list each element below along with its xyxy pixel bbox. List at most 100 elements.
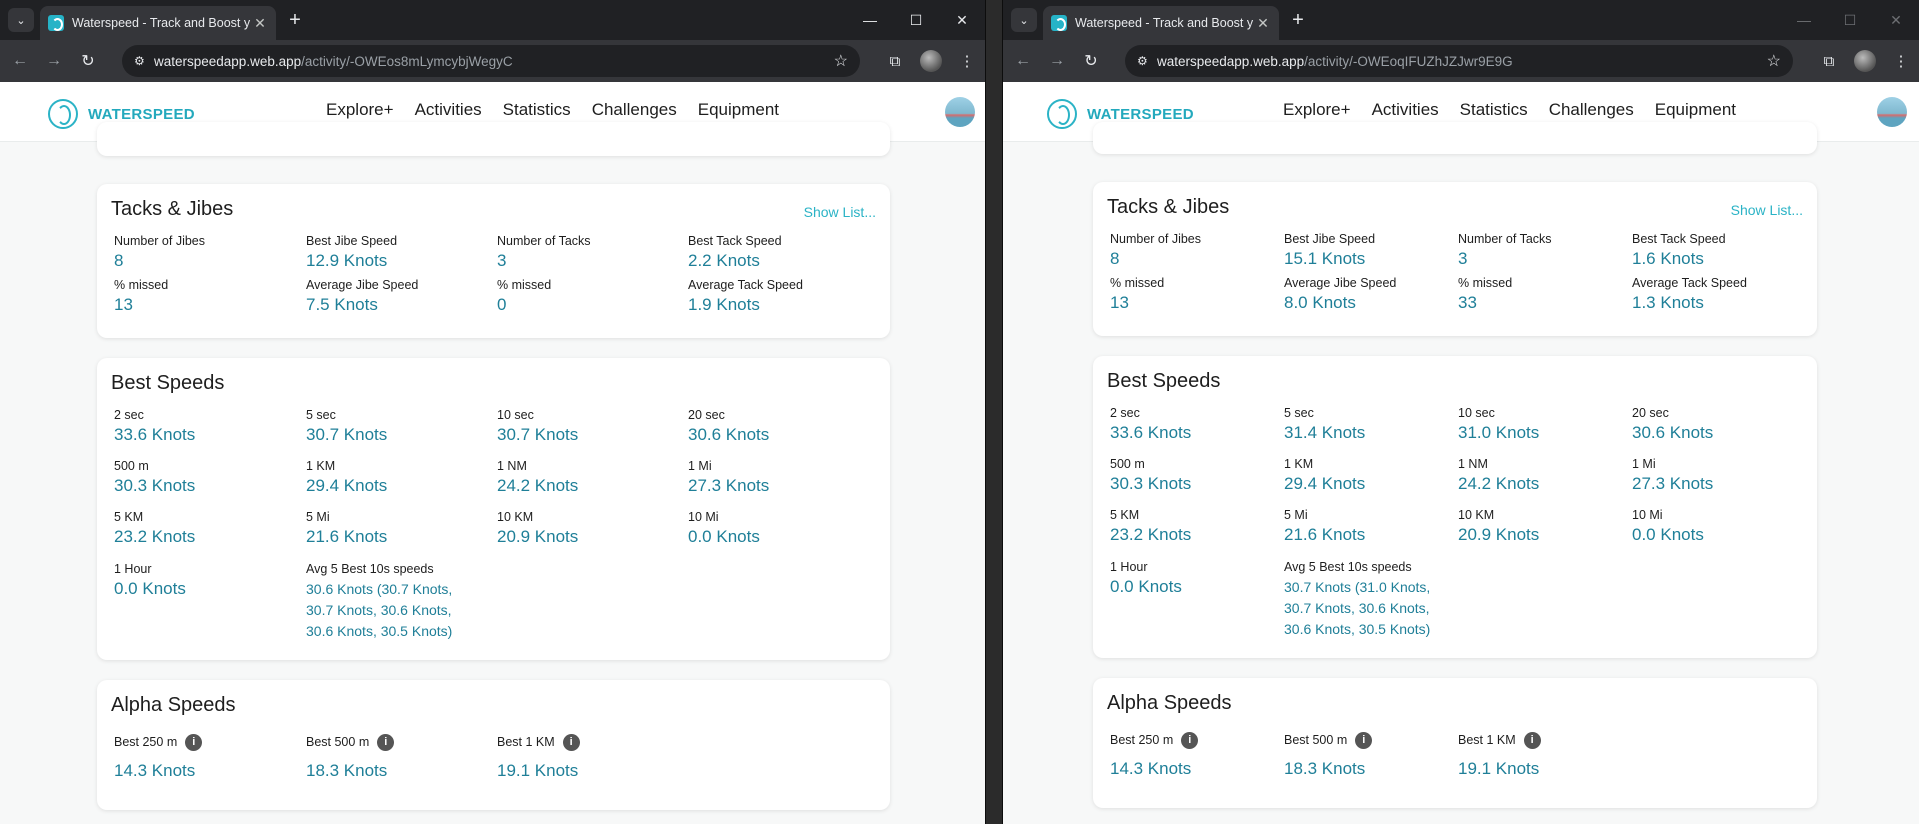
- stat-1-nm: 1 NM 24.2 Knots: [1458, 457, 1539, 494]
- profile-avatar[interactable]: [920, 50, 942, 72]
- card-title: Best Speeds: [1107, 370, 1221, 392]
- close-window-icon[interactable]: ✕: [939, 0, 985, 40]
- stat-avg-5-best-10s: Avg 5 Best 10s speeds 30.7 Knots (31.0 Kn…: [1284, 560, 1454, 640]
- maximize-icon[interactable]: ☐: [1827, 0, 1873, 40]
- tab-waterspeed[interactable]: Waterspeed - Track and Boost y ✕: [1043, 6, 1279, 40]
- arrow-left-icon[interactable]: ←: [1009, 47, 1037, 75]
- window-controls: — ☐ ✕: [847, 0, 985, 40]
- stat-value: 20.9 Knots: [497, 527, 579, 546]
- stat-value: 27.3 Knots: [1632, 474, 1714, 493]
- nav-equipment[interactable]: Equipment: [1655, 100, 1736, 120]
- alpha-speeds-card: Alpha Speeds Best 250 m i 14.3 Knots Best …: [1093, 678, 1817, 808]
- activity-content: Tacks & Jibes Show List... Number of Jib…: [1003, 122, 1919, 824]
- nav-statistics[interactable]: Statistics: [503, 100, 571, 120]
- kebab-menu-icon[interactable]: ⋮: [1883, 52, 1919, 70]
- stat-label: Best Tack Speed: [688, 234, 782, 248]
- info-icon[interactable]: i: [377, 734, 395, 751]
- tune-icon[interactable]: ⚙: [1137, 54, 1157, 68]
- nav-equipment[interactable]: Equipment: [698, 100, 779, 120]
- stat-value: 30.7 Knots: [306, 425, 388, 444]
- stat-best-500-m: Best 500 m i 18.3 Knots: [306, 734, 395, 781]
- nav-explore[interactable]: Explore+: [1283, 100, 1351, 120]
- browser-window-right: ⌄ Waterspeed - Track and Boost y ✕ + — ☐…: [1003, 0, 1919, 824]
- info-icon[interactable]: i: [1523, 732, 1541, 749]
- chevron-down-icon[interactable]: ⌄: [1011, 8, 1037, 32]
- puzzle-icon[interactable]: ⧉: [1811, 53, 1847, 70]
- close-icon[interactable]: ✕: [252, 15, 268, 32]
- info-icon[interactable]: i: [1181, 732, 1199, 749]
- nav-challenges[interactable]: Challenges: [1549, 100, 1634, 120]
- url-host: waterspeedapp.web.app: [154, 53, 302, 69]
- info-icon[interactable]: i: [185, 734, 203, 751]
- nav-activities[interactable]: Activities: [415, 100, 482, 120]
- nav-activities[interactable]: Activities: [1372, 100, 1439, 120]
- stat-20-sec: 20 sec 30.6 Knots: [688, 408, 769, 445]
- info-icon[interactable]: i: [1355, 732, 1373, 749]
- tune-icon[interactable]: ⚙: [134, 54, 154, 68]
- stat-tacks-missed: % missed 33: [1458, 276, 1512, 313]
- stat-label: Average Jibe Speed: [306, 278, 419, 292]
- show-list-link[interactable]: Show List...: [804, 204, 876, 220]
- arrow-right-icon[interactable]: →: [1043, 47, 1071, 75]
- stat-10-mi: 10 Mi 0.0 Knots: [1632, 508, 1704, 545]
- close-icon[interactable]: ✕: [1255, 15, 1271, 32]
- minimize-icon[interactable]: —: [847, 0, 893, 40]
- stat-label: 10 Mi: [1632, 508, 1663, 522]
- tab-strip: ⌄ Waterspeed - Track and Boost y ✕ + — ☐…: [0, 0, 985, 40]
- web-page: WATERSPEED Explore+ Activities Statistic…: [0, 82, 985, 824]
- minimize-icon[interactable]: —: [1781, 0, 1827, 40]
- alpha-speeds-card: Alpha Speeds Best 250 m i 14.3 Knots Best …: [97, 680, 890, 810]
- user-avatar[interactable]: [945, 97, 975, 127]
- stat-label-row: Best 1 KM i: [1458, 732, 1541, 749]
- star-icon[interactable]: ☆: [834, 51, 848, 71]
- star-icon[interactable]: ☆: [1767, 51, 1781, 71]
- stat-label: 20 sec: [688, 408, 725, 422]
- arrow-left-icon[interactable]: ←: [6, 47, 34, 75]
- stat-value: 23.2 Knots: [1110, 525, 1192, 544]
- stat-500-m: 500 m 30.3 Knots: [1110, 457, 1191, 494]
- browser-window-left: ⌄ Waterspeed - Track and Boost y ✕ + — ☐…: [0, 0, 985, 824]
- reload-icon[interactable]: ↻: [1077, 47, 1105, 75]
- window-controls: — ☐ ✕: [1781, 0, 1919, 40]
- stat-best-jibe-speed: Best Jibe Speed 12.9 Knots: [306, 234, 397, 271]
- profile-avatar[interactable]: [1854, 50, 1876, 72]
- user-avatar[interactable]: [1877, 97, 1907, 127]
- stat-label: Best Jibe Speed: [306, 234, 398, 248]
- chevron-down-icon[interactable]: ⌄: [8, 8, 34, 32]
- web-page: WATERSPEED Explore+ Activities Statistic…: [1003, 82, 1919, 824]
- stat-value: 21.6 Knots: [1284, 525, 1366, 544]
- address-bar[interactable]: ⚙ waterspeedapp.web.app/activity/-OWEoqI…: [1125, 45, 1793, 77]
- stat-label-row: Best 250 m i: [1110, 732, 1199, 749]
- plus-icon[interactable]: +: [282, 8, 308, 32]
- stat-value: 27.3 Knots: [688, 476, 770, 495]
- tab-strip: ⌄ Waterspeed - Track and Boost y ✕ + — ☐…: [1003, 0, 1919, 40]
- stat-10-sec: 10 sec 30.7 Knots: [497, 408, 578, 445]
- stat-value: 31.4 Knots: [1284, 423, 1366, 442]
- kebab-menu-icon[interactable]: ⋮: [949, 52, 985, 70]
- nav-explore[interactable]: Explore+: [326, 100, 394, 120]
- stat-label: Number of Tacks: [1458, 232, 1552, 246]
- nav-statistics[interactable]: Statistics: [1460, 100, 1528, 120]
- maximize-icon[interactable]: ☐: [893, 0, 939, 40]
- plus-icon[interactable]: +: [1285, 8, 1311, 32]
- stat-2-sec: 2 sec 33.6 Knots: [1110, 406, 1191, 443]
- nav-challenges[interactable]: Challenges: [592, 100, 677, 120]
- stat-5-km: 5 KM 23.2 Knots: [1110, 508, 1191, 545]
- stat-10-km: 10 KM 20.9 Knots: [1458, 508, 1539, 545]
- stat-value: 30.7 Knots (31.0 Knots, 30.7 Knots, 30.6…: [1284, 579, 1431, 637]
- stat-label: 500 m: [114, 459, 149, 473]
- stat-label: 1 Hour: [114, 562, 152, 576]
- puzzle-icon[interactable]: ⧉: [877, 53, 913, 70]
- reload-icon[interactable]: ↻: [74, 47, 102, 75]
- stat-label: Number of Tacks: [497, 234, 591, 248]
- stat-best-jibe-speed: Best Jibe Speed 15.1 Knots: [1284, 232, 1375, 269]
- arrow-right-icon[interactable]: →: [40, 47, 68, 75]
- url-path: /activity/-OWEos8mLymcybjWegyC: [301, 53, 513, 69]
- stat-value: 29.4 Knots: [1284, 474, 1366, 493]
- close-window-icon[interactable]: ✕: [1873, 0, 1919, 40]
- show-list-link[interactable]: Show List...: [1731, 202, 1803, 218]
- address-bar[interactable]: ⚙ waterspeedapp.web.app/activity/-OWEos8…: [122, 45, 860, 77]
- stat-label: Best 500 m: [1284, 732, 1348, 747]
- tab-waterspeed[interactable]: Waterspeed - Track and Boost y ✕: [40, 6, 276, 40]
- info-icon[interactable]: i: [562, 734, 580, 751]
